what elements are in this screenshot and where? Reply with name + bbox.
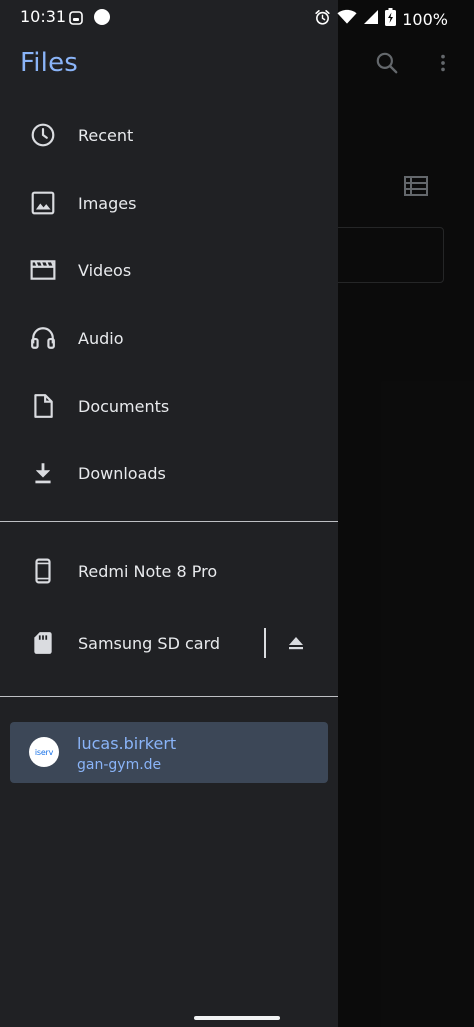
account-domain: gan-gym.de — [77, 757, 162, 773]
divider — [0, 521, 338, 522]
wifi-icon — [337, 9, 357, 29]
status-bar: 10:31 100% — [0, 0, 474, 34]
alarm-icon — [314, 9, 331, 30]
eject-separator — [264, 628, 266, 658]
nav-label-device-phone: Redmi Note 8 Pro — [78, 561, 218, 581]
battery-percent: 100% — [402, 9, 448, 29]
nav-label-device-sd-card: Samsung SD card — [78, 633, 221, 653]
nav-label-images: Images — [78, 193, 137, 213]
avatar-logo-text: iserv — [34, 747, 54, 757]
nav-label-documents: Documents — [78, 396, 170, 416]
nav-label-videos: Videos — [78, 260, 132, 280]
nav-label-recent: Recent — [78, 125, 134, 145]
nav-item-downloads[interactable]: Downloads — [0, 445, 338, 501]
notification-icon — [69, 10, 83, 29]
navigation-drawer: Files Recent Images Videos Audio Documen… — [0, 0, 338, 1027]
download-icon — [30, 460, 56, 486]
nav-item-videos[interactable]: Videos — [0, 242, 338, 298]
dot-icon — [94, 9, 110, 25]
drawer-title: Files — [20, 48, 79, 78]
avatar: iserv — [29, 737, 59, 767]
battery-charging-icon — [385, 8, 397, 30]
nav-item-device-sd-card[interactable]: Samsung SD card — [0, 615, 338, 671]
sd-card-icon — [30, 630, 56, 656]
status-time: 10:31 — [20, 7, 67, 26]
gesture-navigation-bar[interactable] — [194, 1016, 280, 1020]
eject-icon[interactable] — [282, 629, 310, 657]
divider — [0, 696, 338, 697]
nav-label-downloads: Downloads — [78, 463, 166, 483]
image-icon — [30, 190, 56, 216]
nav-item-audio[interactable]: Audio — [0, 310, 338, 366]
status-right-group: 100% — [314, 8, 448, 30]
nav-item-recent[interactable]: Recent — [0, 107, 338, 163]
video-icon — [30, 257, 56, 283]
account-name: lucas.birkert — [77, 734, 177, 753]
headphones-icon — [30, 325, 56, 351]
account-card[interactable]: iserv lucas.birkert gan-gym.de — [10, 722, 328, 783]
screen: os 10:31 — [0, 0, 474, 1027]
nav-item-documents[interactable]: Documents — [0, 378, 338, 434]
nav-item-device-phone[interactable]: Redmi Note 8 Pro — [0, 543, 338, 599]
phone-icon — [30, 558, 56, 584]
signal-icon — [363, 9, 379, 29]
nav-label-audio: Audio — [78, 328, 124, 348]
document-icon — [30, 393, 56, 419]
clock-icon — [30, 122, 56, 148]
nav-item-images[interactable]: Images — [0, 175, 338, 231]
